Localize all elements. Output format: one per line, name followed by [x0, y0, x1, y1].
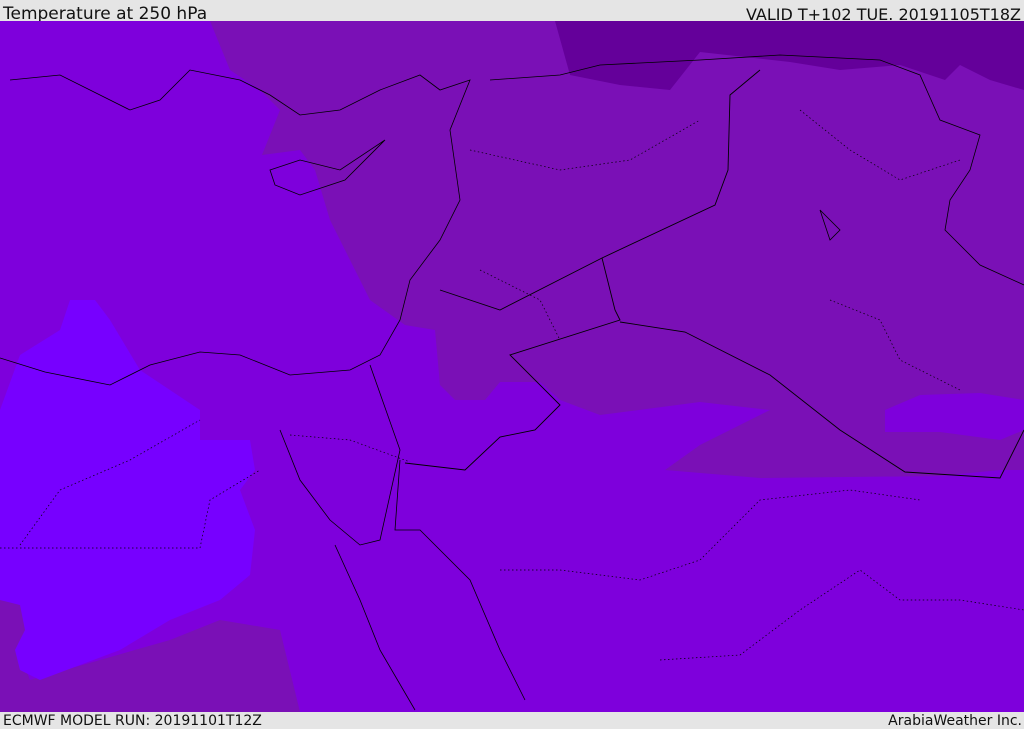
header-bar: Temperature at 250 hPa VALID T+102 TUE. … [0, 0, 1024, 24]
temperature-map [0, 21, 1024, 712]
model-run: ECMWF MODEL RUN: 20191101T12Z [3, 713, 262, 729]
credit: ArabiaWeather Inc. [888, 713, 1022, 729]
footer-bar: ECMWF MODEL RUN: 20191101T12Z ArabiaWeat… [0, 712, 1024, 729]
